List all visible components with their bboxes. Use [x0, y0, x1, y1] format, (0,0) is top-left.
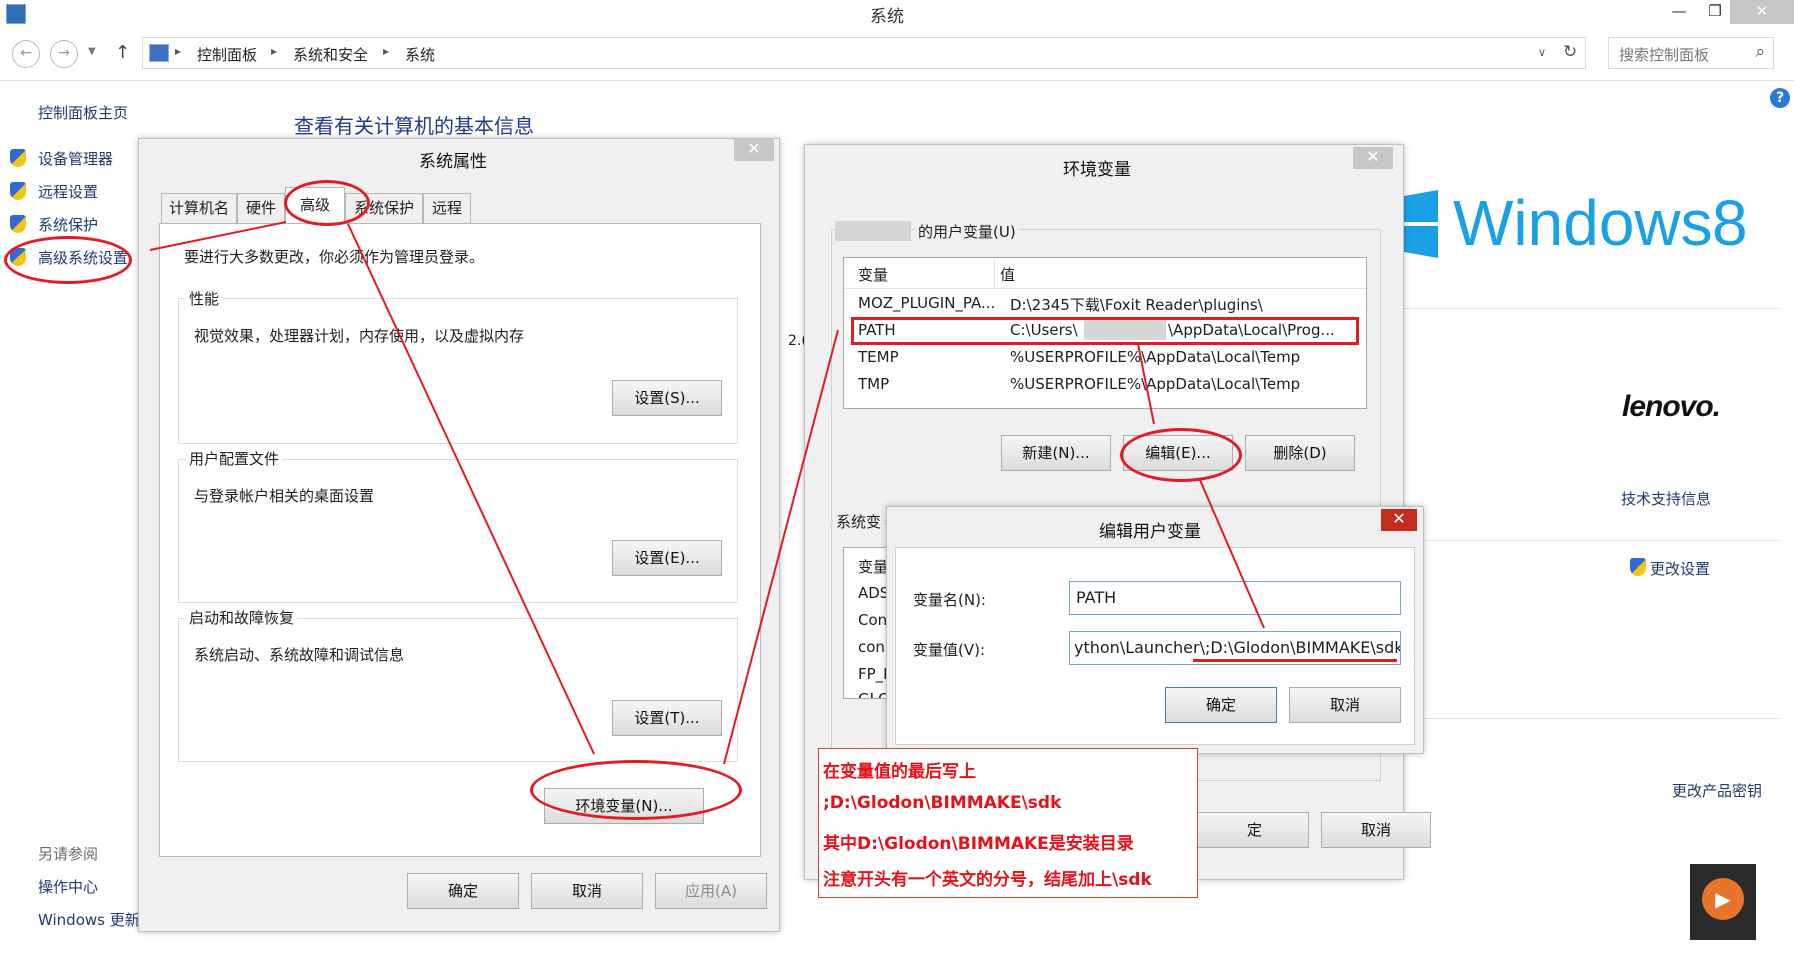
annotation-lines: [149, 221, 1265, 765]
